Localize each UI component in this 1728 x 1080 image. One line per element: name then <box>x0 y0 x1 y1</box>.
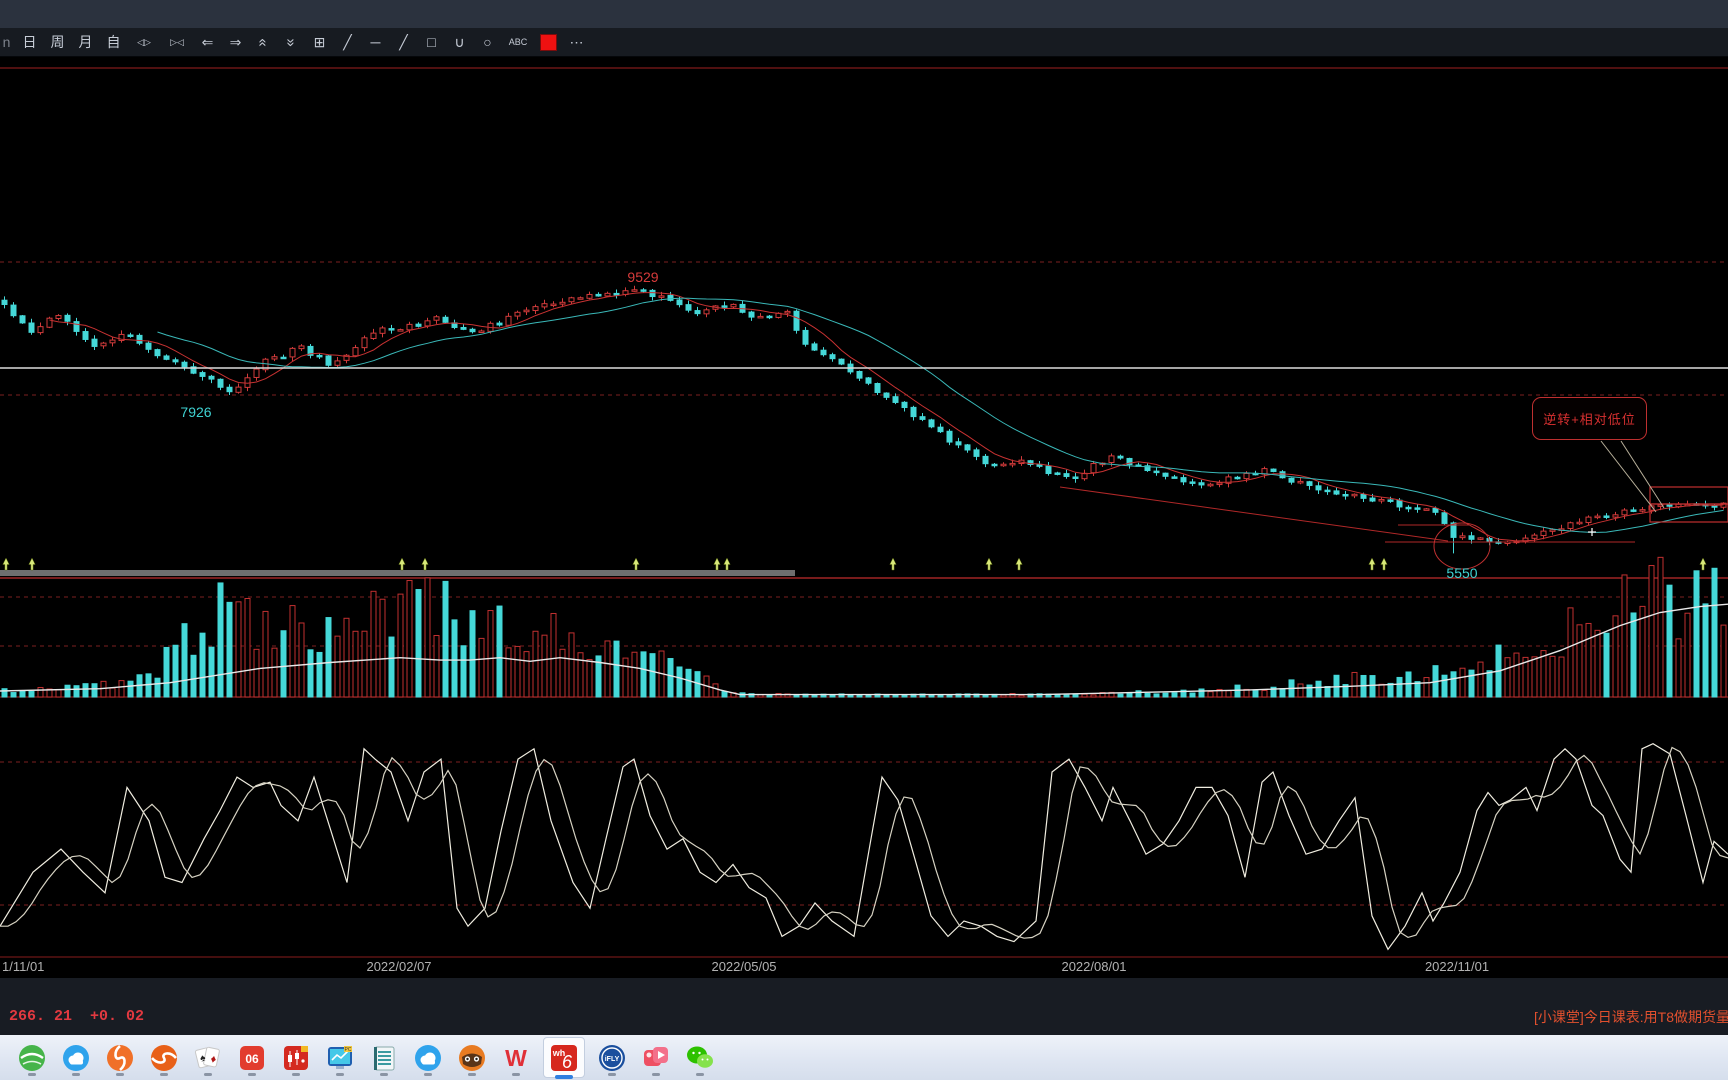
pan-left-button[interactable]: ⇐ <box>198 31 217 53</box>
axis-date-label: 2022/02/07 <box>366 959 431 974</box>
axis-date-label: 2022/08/01 <box>1061 959 1126 974</box>
running-app-indicator <box>608 1073 616 1076</box>
svg-text:PC: PC <box>345 1047 352 1053</box>
buy-signal-arrow-icon <box>29 558 35 570</box>
partial-left-glyph: n <box>2 31 11 53</box>
buy-signal-arrow-icon <box>1369 558 1375 570</box>
svg-text:6: 6 <box>562 1052 573 1072</box>
period-custom-button[interactable]: 自 <box>104 31 123 53</box>
draw-segment-button[interactable]: ╱ <box>394 31 413 53</box>
page-up-button[interactable]: « <box>254 31 273 53</box>
axis-date-label: 2022/11/01 <box>1425 959 1489 974</box>
zoom-in-horizontal-button[interactable]: ▷◁ <box>165 31 189 53</box>
draw-horizontal-line-button[interactable]: ─ <box>366 31 385 53</box>
running-app-indicator <box>512 1073 520 1076</box>
bottom-low-price-label: 5550 <box>1446 565 1477 581</box>
draw-arc-button[interactable]: ∪ <box>450 31 469 53</box>
buy-signal-arrow-icon <box>890 558 896 570</box>
buy-signal-arrow-icon <box>714 558 720 570</box>
buy-signal-arrow-icon <box>1016 558 1022 570</box>
color-swatch-icon <box>540 34 557 51</box>
trading-app-screen: n日周月自 ◁▷ ▷◁ ⇐ ⇒ « » ⊞ ╱ ─ ╱ □ ∪ ○ ABC ⋯ 9529 7926 5550 逆转… <box>0 0 1728 1080</box>
market-monitor-icon[interactable]: PC <box>323 1039 357 1076</box>
notebook-icon[interactable] <box>367 1039 401 1076</box>
running-app-indicator <box>204 1073 212 1076</box>
axis-date-label: 1/11/01 <box>2 959 44 974</box>
running-app-indicator <box>72 1073 80 1076</box>
buy-signal-arrow-icon <box>399 558 405 570</box>
running-app-indicator <box>292 1073 300 1076</box>
period-day-button[interactable]: 日 <box>20 31 39 53</box>
running-app-indicator <box>116 1073 124 1076</box>
status-bar: 266. 21 +0. 02 [小课堂]今日课表:用T8做期货量化交 <box>0 978 1728 1035</box>
page-down-icon: » <box>283 38 300 46</box>
wps-office-icon[interactable]: W <box>499 1039 533 1076</box>
drawing-toolbar: n日周月自 ◁▷ ▷◁ ⇐ ⇒ « » ⊞ ╱ ─ ╱ □ ∪ ○ ABC ⋯ <box>0 28 1728 57</box>
buy-signal-arrow-icon <box>724 558 730 570</box>
draw-trendline-button[interactable]: ╱ <box>338 31 357 53</box>
qq-browser-icon[interactable] <box>59 1039 93 1076</box>
orange-mascot-icon[interactable] <box>455 1039 489 1076</box>
period-month-button[interactable]: 月 <box>76 31 95 53</box>
iflytek-icon[interactable]: iFLY <box>595 1039 629 1076</box>
stock-analysis-icon[interactable] <box>279 1039 313 1076</box>
running-app-indicator <box>468 1073 476 1076</box>
draw-rectangle-button[interactable]: □ <box>422 31 441 53</box>
buy-signal-arrow-icon <box>1700 558 1706 570</box>
buy-signal-arrow-icon <box>986 558 992 570</box>
draw-text-button[interactable]: ABC <box>506 31 530 53</box>
running-app-indicator <box>424 1073 432 1076</box>
svg-text:W: W <box>505 1045 527 1071</box>
svg-text:iFLY: iFLY <box>605 1056 620 1063</box>
trading-orange2-icon[interactable] <box>147 1039 181 1076</box>
video-editor-icon[interactable] <box>639 1039 673 1076</box>
pan-right-button[interactable]: ⇒ <box>226 31 245 53</box>
axis-date-label: 2022/05/05 <box>711 959 776 974</box>
buy-signal-arrow-icon <box>422 558 428 570</box>
active-app-indicator <box>555 1075 573 1079</box>
chart-canvas[interactable]: 9529 7926 5550 <box>0 57 1728 978</box>
buy-signal-arrow-icon <box>633 558 639 570</box>
running-app-indicator <box>160 1073 168 1076</box>
peak-price-label: 9529 <box>627 269 658 285</box>
left-low-price-label: 7926 <box>180 404 211 420</box>
running-app-indicator <box>336 1073 344 1076</box>
running-app-indicator <box>28 1073 36 1076</box>
running-app-indicator <box>652 1073 660 1076</box>
period-week-button[interactable]: 周 <box>48 31 67 53</box>
news-ticker[interactable]: [小课堂]今日课表:用T8做期货量化交 <box>1534 1007 1728 1027</box>
page-up-icon: « <box>255 38 272 46</box>
x-axis-labels: 1/11/01 2022/02/07 2022/05/05 2022/08/01 202… <box>0 959 1728 976</box>
wenhua-wh6-icon[interactable]: wh6 <box>543 1037 585 1078</box>
page-down-button[interactable]: » <box>282 31 301 53</box>
callout-text: 逆转+相对低位 <box>1543 409 1636 428</box>
cloud-browser-icon[interactable] <box>411 1039 445 1076</box>
grid-layout-button[interactable]: ⊞ <box>310 31 329 53</box>
running-app-indicator <box>380 1073 388 1076</box>
windows-taskbar: ♦♠ 06 PC Wwh6 iFLY <box>0 1035 1728 1080</box>
callout-annotation[interactable]: 逆转+相对低位 <box>1532 397 1647 440</box>
color-swatch-button[interactable] <box>539 31 558 53</box>
red-reader-icon[interactable]: 06 <box>235 1039 269 1076</box>
card-game-icon[interactable]: ♦♠ <box>191 1039 225 1076</box>
last-price-readout: 266. 21 +0. 02 <box>9 1008 144 1025</box>
running-app-indicator <box>248 1073 256 1076</box>
zoom-out-horizontal-button[interactable]: ◁▷ <box>132 31 156 53</box>
browser-360-icon[interactable] <box>15 1039 49 1076</box>
window-top-strip <box>0 0 1728 28</box>
svg-text:06: 06 <box>245 1052 259 1066</box>
running-app-indicator <box>696 1073 704 1076</box>
buy-signal-arrow-icon <box>1381 558 1387 570</box>
trading-orange-icon[interactable] <box>103 1039 137 1076</box>
wechat-icon[interactable] <box>683 1039 717 1076</box>
more-tools-button[interactable]: ⋯ <box>567 31 586 53</box>
draw-ellipse-button[interactable]: ○ <box>478 31 497 53</box>
buy-signal-arrow-icon <box>3 558 9 570</box>
